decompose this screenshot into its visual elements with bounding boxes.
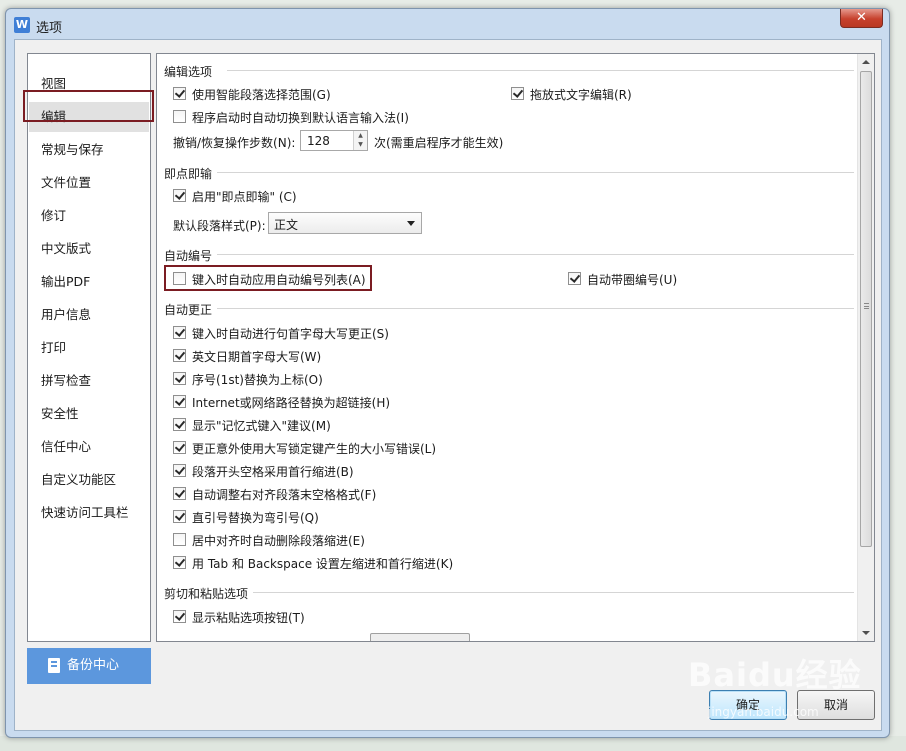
nav-item-customize-ribbon[interactable]: 自定义功能区	[29, 465, 149, 495]
checkbox[interactable]	[173, 372, 186, 385]
checkbox[interactable]	[173, 441, 186, 454]
checkbox[interactable]	[173, 556, 186, 569]
checkbox[interactable]	[173, 610, 186, 623]
option-label: 程序启动时自动切换到默认语言输入法(I)	[192, 111, 409, 125]
option-label: 使用智能段落选择范围(G)	[192, 88, 331, 102]
checkbox[interactable]	[173, 272, 186, 285]
checkbox[interactable]	[173, 189, 186, 202]
option-label: 自动带圈编号(U)	[587, 273, 678, 287]
title-bar[interactable]: W 选项 ✕	[6, 9, 889, 39]
divider	[217, 254, 854, 255]
nav-item-general-save[interactable]: 常规与保存	[29, 135, 149, 165]
nav-item-revision[interactable]: 修订	[29, 201, 149, 231]
section-edit-options: 编辑选项	[164, 65, 213, 79]
select-value: 正文	[274, 218, 299, 232]
option-label: Internet或网络路径替换为超链接(H)	[192, 396, 391, 410]
option-label: 显示粘贴选项按钮(T)	[192, 611, 305, 625]
checkbox[interactable]	[173, 395, 186, 408]
spinner-arrows-icon[interactable]: ▲ ▼	[353, 131, 367, 150]
options-panel: 编辑选项 使用智能段落选择范围(G) 拖放式文字编辑(R) 程序启动时自动切换到…	[156, 53, 875, 642]
nav-item-quick-access[interactable]: 快速访问工具栏	[29, 498, 149, 528]
partially-visible-control[interactable]	[370, 633, 470, 641]
nav-item-user-info[interactable]: 用户信息	[29, 300, 149, 330]
nav-item-trust-center[interactable]: 信任中心	[29, 432, 149, 462]
close-button[interactable]: ✕	[840, 9, 883, 28]
undo-steps-label: 撤销/恢复操作步数(N):	[173, 136, 296, 150]
option-label: 键入时自动应用自动编号列表(A)	[192, 273, 366, 287]
option-label: 键入时自动进行句首字母大写更正(S)	[192, 327, 389, 341]
undo-steps-spinner[interactable]: 128 ▲ ▼	[300, 130, 368, 151]
nav-item-view[interactable]: 视图	[29, 69, 149, 99]
options-dialog: W 选项 ✕ 视图 编辑 常规与保存 文件位置 修订 中文版式 输出PDF 用户…	[5, 8, 890, 738]
backup-center-label: 备份中心	[67, 658, 120, 673]
background-app-strip	[0, 736, 906, 751]
scroll-up-arrow-icon[interactable]	[862, 60, 870, 64]
nav-item-edit[interactable]: 编辑	[29, 102, 149, 132]
default-style-label: 默认段落样式(P):	[173, 219, 266, 233]
checkbox[interactable]	[173, 533, 186, 546]
checkbox[interactable]	[568, 272, 581, 285]
option-label: 更正意外使用大写锁定键产生的大小写错误(L)	[192, 442, 437, 456]
spinner-value: 128	[307, 134, 330, 148]
checkbox[interactable]	[173, 349, 186, 362]
checkbox[interactable]	[173, 510, 186, 523]
divider	[217, 172, 854, 173]
option-label: 拖放式文字编辑(R)	[530, 88, 632, 102]
nav-item-spell-check[interactable]: 拼写检查	[29, 366, 149, 396]
option-label: 段落开头空格采用首行缩进(B)	[192, 465, 354, 479]
checkbox[interactable]	[173, 110, 186, 123]
nav-item-file-location[interactable]: 文件位置	[29, 168, 149, 198]
option-label: 直引号替换为弯引号(Q)	[192, 511, 319, 525]
section-cut-paste: 剪切和粘贴选项	[164, 587, 249, 601]
scrollbar-thumb[interactable]	[860, 71, 872, 547]
checkbox[interactable]	[173, 87, 186, 100]
option-label: 居中对齐时自动删除段落缩进(E)	[192, 534, 365, 548]
divider	[253, 592, 854, 593]
checkbox[interactable]	[511, 87, 524, 100]
checkbox[interactable]	[173, 464, 186, 477]
ok-button[interactable]: 确定	[709, 690, 787, 720]
nav-item-export-pdf[interactable]: 输出PDF	[29, 267, 149, 297]
checkbox[interactable]	[173, 326, 186, 339]
undo-steps-note: 次(需重启程序才能生效)	[374, 136, 504, 150]
dropdown-arrow-icon	[407, 221, 415, 226]
dialog-client: 视图 编辑 常规与保存 文件位置 修订 中文版式 输出PDF 用户信息 打印 拼…	[14, 39, 882, 731]
option-label: 启用"即点即输" (C)	[192, 190, 297, 204]
wps-app-icon: W	[14, 17, 30, 33]
cancel-button[interactable]: 取消	[797, 690, 875, 720]
backup-icon	[48, 658, 60, 673]
section-autocorrect: 自动更正	[164, 303, 213, 317]
dialog-title: 选项	[36, 21, 63, 36]
option-label: 用 Tab 和 Backspace 设置左缩进和首行缩进(K)	[192, 557, 454, 571]
nav-item-chinese-layout[interactable]: 中文版式	[29, 234, 149, 264]
category-nav: 视图 编辑 常规与保存 文件位置 修订 中文版式 输出PDF 用户信息 打印 拼…	[27, 53, 151, 642]
section-click-and-type: 即点即输	[164, 167, 213, 181]
divider	[217, 308, 854, 309]
backup-center-button[interactable]: 备份中心	[27, 648, 151, 684]
nav-item-print[interactable]: 打印	[29, 333, 149, 363]
grip-icon	[864, 303, 869, 309]
option-label: 英文日期首字母大写(W)	[192, 350, 322, 364]
option-label: 序号(1st)替换为上标(O)	[192, 373, 323, 387]
divider	[227, 70, 854, 71]
checkbox[interactable]	[173, 418, 186, 431]
default-style-select[interactable]: 正文	[268, 212, 422, 234]
option-label: 显示"记忆式键入"建议(M)	[192, 419, 331, 433]
checkbox[interactable]	[173, 487, 186, 500]
scroll-down-arrow-icon[interactable]	[862, 631, 870, 635]
section-auto-numbering: 自动编号	[164, 249, 213, 263]
vertical-scrollbar[interactable]	[857, 54, 874, 641]
nav-item-security[interactable]: 安全性	[29, 399, 149, 429]
option-label: 自动调整右对齐段落末空格格式(F)	[192, 488, 377, 502]
